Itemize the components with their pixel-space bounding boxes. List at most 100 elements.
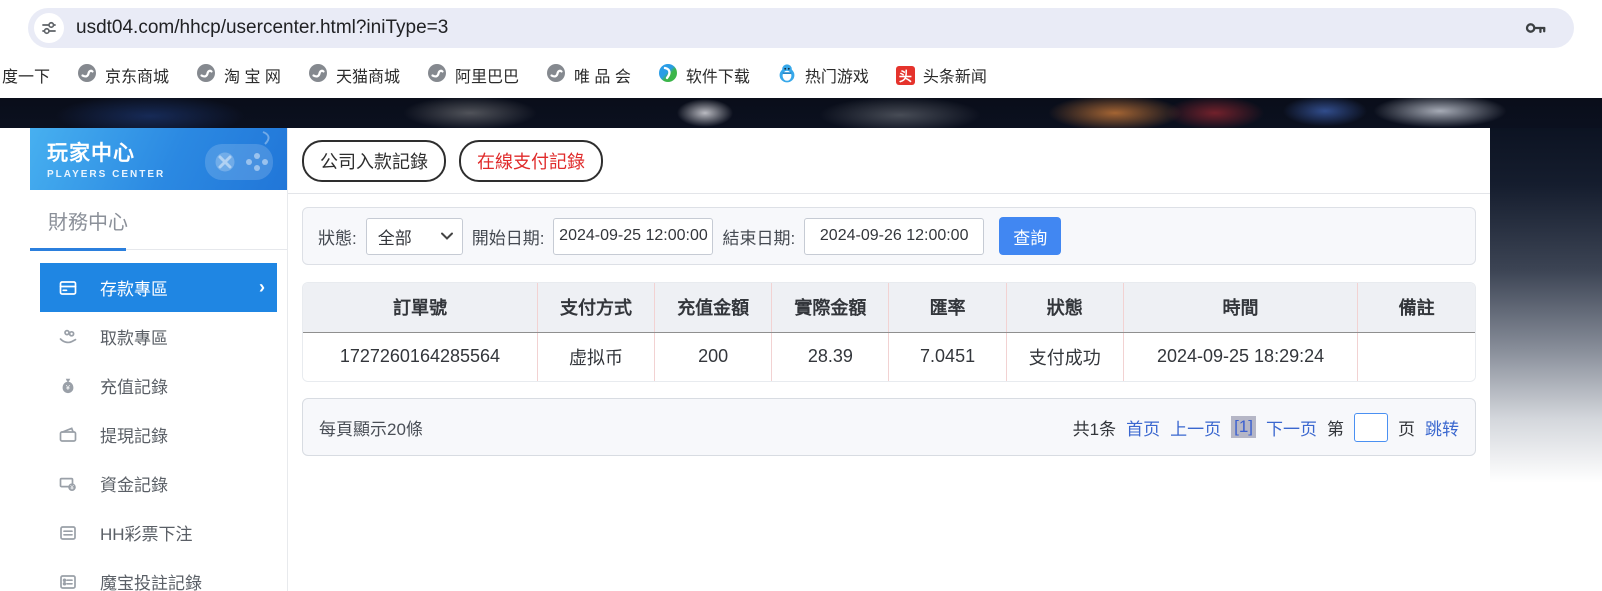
filter-bar: 狀態: 全部 開始日期: 結束日期: 查詢 bbox=[302, 207, 1476, 265]
sidebar-item-label: 充值記錄 bbox=[100, 378, 168, 397]
bullet-list-icon bbox=[58, 572, 80, 591]
bookmark-hot-games[interactable]: 热门游戏 bbox=[777, 63, 869, 88]
per-page-label: 每頁顯示20條 bbox=[319, 419, 423, 439]
first-page-link[interactable]: 首页 bbox=[1126, 415, 1160, 440]
wallet-icon bbox=[58, 425, 80, 445]
records-table: 訂單號 支付方式 充值金額 實際金額 匯率 狀態 時間 備註 172726016… bbox=[302, 282, 1476, 382]
players-center-header: 玩家中心 PLAYERS CENTER bbox=[30, 128, 287, 190]
password-key-icon[interactable] bbox=[1522, 15, 1548, 41]
bookmark-jd[interactable]: 京东商城 bbox=[77, 63, 169, 88]
cell-payment-method: 虚拟币 bbox=[536, 332, 655, 381]
col-actual-amount: 實際金額 bbox=[771, 283, 889, 333]
sidebar-item-bet-record[interactable]: 魔宝投註記錄 bbox=[30, 557, 287, 591]
bookmark-toutiao-news[interactable]: 头 头条新闻 bbox=[895, 63, 987, 87]
section-title: 財務中心 bbox=[48, 212, 128, 234]
gray-globe-icon bbox=[308, 63, 328, 88]
jump-prefix-label: 第 bbox=[1327, 419, 1344, 439]
jump-action-link[interactable]: 跳转 bbox=[1425, 415, 1459, 440]
bookmark-label: 头条新闻 bbox=[922, 69, 987, 86]
bookmark-alibaba[interactable]: 阿里巴巴 bbox=[427, 63, 519, 88]
cell-time: 2024-09-25 18:29:24 bbox=[1122, 332, 1358, 381]
sidebar-item-hh-lottery-bet[interactable]: HH彩票下注 bbox=[30, 508, 287, 557]
bookmarks-bar: 度一下 京东商城 淘 宝 网 天猫商城 阿里巴巴 唯 品 会 软件下载 热门游戏… bbox=[0, 52, 1602, 98]
sidebar-item-label: HH彩票下注 bbox=[100, 525, 193, 544]
next-page-link[interactable]: 下一页 bbox=[1266, 415, 1317, 440]
sidebar-item-label: 提現記錄 bbox=[100, 427, 168, 446]
finance-center-section: 財務中心 bbox=[30, 190, 287, 235]
sidebar-item-recharge-record[interactable]: ¥ 充值記錄 bbox=[30, 361, 287, 410]
software-download-icon bbox=[658, 63, 678, 88]
list-card-icon bbox=[58, 523, 80, 543]
pagination-bar: 每頁顯示20條 共1条 首页 上一页 [1] 下一页 第 页 跳转 bbox=[302, 398, 1476, 456]
page-jump-input[interactable] bbox=[1354, 412, 1388, 442]
bookmark-label: 唯 品 会 bbox=[573, 69, 631, 86]
toutiao-icon: 头 bbox=[895, 65, 915, 85]
status-select-value: 全部 bbox=[377, 228, 412, 248]
address-bar[interactable]: usdt04.com/hhcp/usercenter.html?iniType=… bbox=[28, 8, 1574, 48]
bookmark-tmall[interactable]: 天猫商城 bbox=[308, 63, 400, 88]
bookmark-baidu[interactable]: 度一下 bbox=[2, 63, 50, 87]
cell-recharge-amount: 200 bbox=[654, 332, 772, 381]
sidebar: 玩家中心 PLAYERS CENTER 財務中心 存款專區 › 取款專區 ¥ 充… bbox=[30, 128, 288, 591]
col-payment-method: 支付方式 bbox=[536, 283, 655, 333]
sidebar-item-deposit[interactable]: 存款專區 › bbox=[40, 263, 277, 312]
bookmark-label: 热门游戏 bbox=[804, 69, 869, 86]
browser-chrome: usdt04.com/hhcp/usercenter.html?iniType=… bbox=[0, 0, 1602, 52]
jump-suffix-label: 页 bbox=[1398, 419, 1415, 439]
prev-page-link[interactable]: 上一页 bbox=[1170, 415, 1221, 440]
status-label: 狀態: bbox=[318, 228, 357, 248]
chevron-down-icon bbox=[440, 226, 454, 246]
bookmark-label: 阿里巴巴 bbox=[454, 69, 519, 86]
site-settings-icon[interactable] bbox=[34, 13, 64, 43]
page-background-banner bbox=[0, 98, 1602, 128]
col-exchange-rate: 匯率 bbox=[888, 283, 1007, 333]
withdraw-icon bbox=[58, 327, 80, 347]
sidebar-item-withdraw[interactable]: 取款專區 bbox=[30, 312, 287, 361]
bookmark-software-download[interactable]: 软件下载 bbox=[658, 63, 750, 88]
bookmark-label: 天猫商城 bbox=[335, 69, 400, 86]
cell-actual-amount: 28.39 bbox=[771, 332, 889, 381]
gray-globe-icon bbox=[427, 63, 447, 88]
record-tabs: 公司入款記錄 在線支付記錄 bbox=[288, 128, 1490, 194]
cell-remark bbox=[1357, 332, 1475, 381]
sidebar-menu: 存款專區 › 取款專區 ¥ 充值記錄 提現記錄 ¥ 資金記錄 HH彩票下注 魔宝… bbox=[30, 263, 287, 591]
col-recharge-amount: 充值金額 bbox=[654, 283, 772, 333]
bookmark-vip[interactable]: 唯 品 会 bbox=[546, 63, 631, 88]
table-header-row: 訂單號 支付方式 充值金額 實際金額 匯率 狀態 時間 備註 bbox=[303, 283, 1475, 333]
end-date-input[interactable] bbox=[804, 217, 985, 255]
gray-globe-icon bbox=[546, 63, 566, 88]
current-page-indicator: [1] bbox=[1231, 416, 1256, 438]
table-row: 1727260164285564 虚拟币 200 28.39 7.0451 支付… bbox=[303, 332, 1475, 381]
deposit-icon bbox=[58, 278, 80, 298]
sidebar-item-withdraw-record[interactable]: 提現記錄 bbox=[30, 410, 287, 459]
start-date-input[interactable] bbox=[553, 217, 714, 255]
pagination-controls: 共1条 首页 上一页 [1] 下一页 第 页 跳转 bbox=[1072, 412, 1459, 442]
tab-company-deposit-record[interactable]: 公司入款記錄 bbox=[302, 139, 446, 182]
gray-globe-icon bbox=[77, 63, 97, 88]
url-text[interactable]: usdt04.com/hhcp/usercenter.html?iniType=… bbox=[76, 17, 1522, 39]
penguin-icon bbox=[777, 63, 797, 88]
sidebar-item-label: 魔宝投註記錄 bbox=[100, 574, 202, 591]
status-select[interactable]: 全部 bbox=[365, 217, 463, 255]
total-count-label: 共1条 bbox=[1072, 419, 1117, 439]
gamepad-icon bbox=[193, 130, 285, 190]
section-underline bbox=[30, 248, 287, 251]
sidebar-item-label: 取款專區 bbox=[100, 329, 168, 348]
main-panel: 公司入款記錄 在線支付記錄 狀態: 全部 開始日期: 結束日期: 查詢 bbox=[288, 128, 1490, 591]
query-button[interactable]: 查詢 bbox=[999, 217, 1062, 255]
bookmark-label: 京东商城 bbox=[105, 69, 170, 86]
tab-online-payment-record[interactable]: 在線支付記錄 bbox=[459, 139, 603, 182]
content-area: 狀態: 全部 開始日期: 結束日期: 查詢 訂單號 支付方式 bbox=[288, 194, 1490, 469]
page-background-fade bbox=[1490, 128, 1602, 483]
sidebar-item-funds-record[interactable]: ¥ 資金記錄 bbox=[30, 459, 287, 508]
cell-status: 支付成功 bbox=[1005, 332, 1124, 381]
banknote-coin-icon: ¥ bbox=[58, 474, 80, 494]
cell-order-no: 1727260164285564 bbox=[303, 332, 538, 381]
svg-text:¥: ¥ bbox=[66, 385, 70, 392]
col-order-no: 訂單號 bbox=[303, 283, 538, 333]
col-remark: 備註 bbox=[1357, 283, 1475, 333]
bookmark-taobao[interactable]: 淘 宝 网 bbox=[196, 63, 281, 88]
gray-globe-icon bbox=[196, 63, 216, 88]
bookmark-label: 淘 宝 网 bbox=[224, 69, 281, 86]
bookmark-label: 度一下 bbox=[2, 69, 51, 86]
